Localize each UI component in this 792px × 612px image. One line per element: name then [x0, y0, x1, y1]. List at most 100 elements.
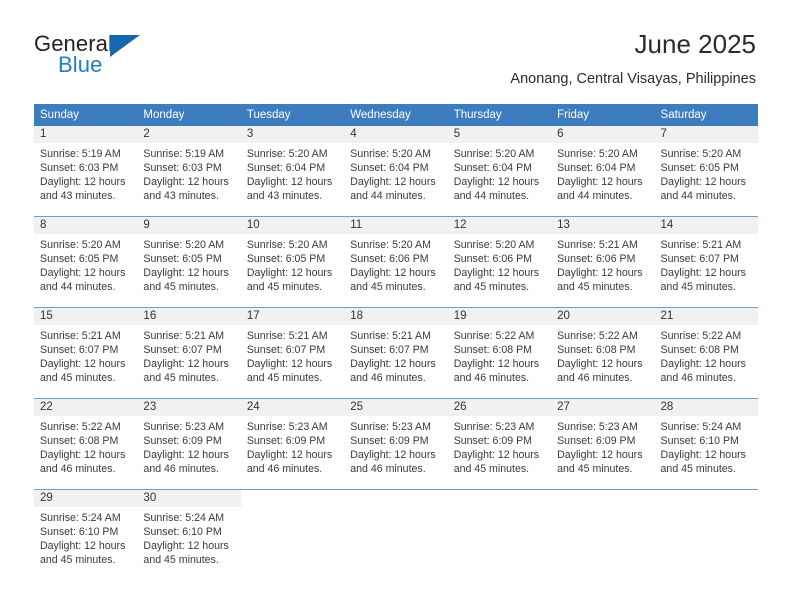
calendar-day-cell[interactable]: 24 Sunrise: 5:23 AM Sunset: 6:09 PM Dayligh… — [240, 398, 345, 490]
sunrise-time: Sunrise: 5:22 AM — [557, 330, 638, 342]
daylight-duration: Daylight: 12 hours and 44 minutes. — [40, 267, 126, 293]
day-number: 23 — [137, 399, 241, 416]
day-cell-inner: 16 Sunrise: 5:21 AM Sunset: 6:07 PM Dayligh… — [137, 308, 241, 398]
daylight-duration: Daylight: 12 hours and 46 minutes. — [143, 449, 229, 475]
weekday-header-wednesday: Wednesday — [344, 104, 448, 126]
sunrise-time: Sunrise: 5:23 AM — [350, 421, 431, 433]
calendar-day-cell[interactable]: 29 Sunrise: 5:24 AM Sunset: 6:10 PM Dayligh… — [34, 489, 138, 580]
logo-word-blue: Blue — [58, 52, 103, 77]
day-details: Sunrise: 5:20 AM Sunset: 6:04 PM Daylight:… — [241, 143, 344, 203]
calendar-day-cell[interactable]: 10 Sunrise: 5:20 AM Sunset: 6:05 PM Dayligh… — [240, 216, 345, 308]
day-details: Sunrise: 5:22 AM Sunset: 6:08 PM Daylight:… — [448, 325, 551, 385]
sunrise-time: Sunrise: 5:21 AM — [350, 330, 431, 342]
calendar-day-cell-empty — [654, 489, 758, 580]
day-number: 5 — [447, 126, 552, 143]
weekday-header-tuesday: Tuesday — [240, 104, 345, 126]
calendar-day-cell[interactable]: 9 Sunrise: 5:20 AM Sunset: 6:05 PM Daylight… — [137, 216, 241, 308]
sunrise-time: Sunrise: 5:20 AM — [350, 148, 431, 160]
sunrise-time: Sunrise: 5:22 AM — [40, 421, 121, 433]
sunset-time: Sunset: 6:07 PM — [40, 344, 119, 356]
calendar-day-cell[interactable]: 7 Sunrise: 5:20 AM Sunset: 6:05 PM Daylight… — [654, 126, 758, 217]
day-cell-inner: 18 Sunrise: 5:21 AM Sunset: 6:07 PM Dayligh… — [344, 308, 448, 398]
sunset-time: Sunset: 6:03 PM — [40, 162, 119, 174]
day-cell-inner: 9 Sunrise: 5:20 AM Sunset: 6:05 PM Daylight… — [137, 217, 241, 307]
day-details: Sunrise: 5:21 AM Sunset: 6:07 PM Daylight:… — [344, 325, 447, 385]
day-number: 26 — [447, 399, 552, 416]
day-cell-inner: 1 Sunrise: 5:19 AM Sunset: 6:03 PM Daylight… — [34, 126, 138, 216]
sunrise-sunset-calendar: Sunday Monday Tuesday Wednesday Thursday Frid… — [34, 104, 758, 580]
day-number: 7 — [654, 126, 758, 143]
daylight-duration: Daylight: 12 hours and 45 minutes. — [557, 267, 643, 293]
calendar-day-cell[interactable]: 30 Sunrise: 5:24 AM Sunset: 6:10 PM Dayligh… — [137, 489, 241, 580]
sunset-time: Sunset: 6:09 PM — [453, 435, 533, 447]
day-details: Sunrise: 5:21 AM Sunset: 6:07 PM Daylight:… — [34, 325, 137, 385]
day-details: Sunrise: 5:23 AM Sunset: 6:09 PM Daylight:… — [137, 416, 240, 476]
sunset-time: Sunset: 6:08 PM — [40, 435, 119, 447]
calendar-day-cell-empty — [447, 489, 552, 580]
calendar-day-cell[interactable]: 12 Sunrise: 5:20 AM Sunset: 6:06 PM Dayligh… — [447, 216, 552, 308]
day-number: 24 — [240, 399, 345, 416]
calendar-day-cell[interactable]: 27 Sunrise: 5:23 AM Sunset: 6:09 PM Dayligh… — [551, 398, 655, 490]
calendar-day-cell[interactable]: 1 Sunrise: 5:19 AM Sunset: 6:03 PM Daylight… — [34, 126, 138, 217]
calendar-day-cell[interactable]: 4 Sunrise: 5:20 AM Sunset: 6:04 PM Daylight… — [344, 126, 448, 217]
calendar-week-row: 29 Sunrise: 5:24 AM Sunset: 6:10 PM Dayligh… — [34, 489, 758, 580]
daylight-duration: Daylight: 12 hours and 45 minutes. — [660, 449, 746, 475]
day-cell-inner: 6 Sunrise: 5:20 AM Sunset: 6:04 PM Daylight… — [551, 126, 655, 216]
day-cell-inner: 8 Sunrise: 5:20 AM Sunset: 6:05 PM Daylight… — [34, 217, 138, 307]
daylight-duration: Daylight: 12 hours and 46 minutes. — [246, 449, 333, 475]
sunrise-time: Sunrise: 5:20 AM — [350, 239, 431, 251]
day-cell-inner: 5 Sunrise: 5:20 AM Sunset: 6:04 PM Daylight… — [447, 126, 552, 216]
day-details: Sunrise: 5:24 AM Sunset: 6:10 PM Daylight:… — [655, 416, 758, 476]
calendar-day-cell[interactable]: 2 Sunrise: 5:19 AM Sunset: 6:03 PM Daylight… — [137, 126, 241, 217]
calendar-day-cell[interactable]: 26 Sunrise: 5:23 AM Sunset: 6:09 PM Dayligh… — [447, 398, 552, 490]
calendar-day-cell[interactable]: 13 Sunrise: 5:21 AM Sunset: 6:06 PM Dayligh… — [551, 216, 655, 308]
sunset-time: Sunset: 6:09 PM — [246, 435, 326, 447]
day-details: Sunrise: 5:21 AM Sunset: 6:07 PM Daylight:… — [241, 325, 344, 385]
title-block: June 2025 Anonang, Central Visayas, Phil… — [510, 28, 756, 88]
calendar-day-cell[interactable]: 18 Sunrise: 5:21 AM Sunset: 6:07 PM Dayligh… — [344, 307, 448, 399]
day-number: 13 — [551, 217, 655, 234]
calendar-day-cell[interactable]: 5 Sunrise: 5:20 AM Sunset: 6:04 PM Daylight… — [447, 126, 552, 217]
calendar-page: General Blue June 2025 Anonang, Central … — [0, 0, 792, 612]
empty-cell — [448, 490, 551, 580]
day-details: Sunrise: 5:23 AM Sunset: 6:09 PM Daylight:… — [448, 416, 551, 476]
calendar-day-cell[interactable]: 6 Sunrise: 5:20 AM Sunset: 6:04 PM Daylight… — [551, 126, 655, 217]
calendar-day-cell[interactable]: 21 Sunrise: 5:22 AM Sunset: 6:08 PM Dayligh… — [654, 307, 758, 399]
sunset-time: Sunset: 6:10 PM — [40, 526, 119, 538]
sunset-time: Sunset: 6:06 PM — [350, 253, 429, 265]
daylight-duration: Daylight: 12 hours and 45 minutes. — [350, 267, 436, 293]
daylight-duration: Daylight: 12 hours and 45 minutes. — [557, 449, 643, 475]
sunset-time: Sunset: 6:03 PM — [143, 162, 222, 174]
calendar-day-cell[interactable]: 25 Sunrise: 5:23 AM Sunset: 6:09 PM Dayligh… — [344, 398, 448, 490]
calendar-header-row: Sunday Monday Tuesday Wednesday Thursday Frid… — [34, 104, 758, 126]
calendar-day-cell[interactable]: 20 Sunrise: 5:22 AM Sunset: 6:08 PM Dayligh… — [551, 307, 655, 399]
empty-cell — [551, 490, 654, 580]
calendar-day-cell[interactable]: 3 Sunrise: 5:20 AM Sunset: 6:04 PM Daylight… — [240, 126, 345, 217]
calendar-week-row: 1 Sunrise: 5:19 AM Sunset: 6:03 PM Daylight… — [34, 126, 758, 217]
day-details: Sunrise: 5:20 AM Sunset: 6:04 PM Daylight:… — [344, 143, 447, 203]
day-number: 11 — [344, 217, 448, 234]
day-number: 10 — [240, 217, 345, 234]
day-number: 20 — [551, 308, 655, 325]
calendar-day-cell[interactable]: 14 Sunrise: 5:21 AM Sunset: 6:07 PM Dayligh… — [654, 216, 758, 308]
calendar-day-cell[interactable]: 23 Sunrise: 5:23 AM Sunset: 6:09 PM Dayligh… — [137, 398, 241, 490]
day-cell-inner: 13 Sunrise: 5:21 AM Sunset: 6:06 PM Dayligh… — [551, 217, 655, 307]
calendar-day-cell[interactable]: 17 Sunrise: 5:21 AM Sunset: 6:07 PM Dayligh… — [240, 307, 345, 399]
calendar-day-cell[interactable]: 16 Sunrise: 5:21 AM Sunset: 6:07 PM Dayligh… — [137, 307, 241, 399]
calendar-day-cell[interactable]: 28 Sunrise: 5:24 AM Sunset: 6:10 PM Dayligh… — [654, 398, 758, 490]
calendar-day-cell[interactable]: 11 Sunrise: 5:20 AM Sunset: 6:06 PM Dayligh… — [344, 216, 448, 308]
day-number: 14 — [654, 217, 758, 234]
daylight-duration: Daylight: 12 hours and 46 minutes. — [350, 358, 436, 384]
sunrise-time: Sunrise: 5:20 AM — [246, 239, 328, 251]
daylight-duration: Daylight: 12 hours and 46 minutes. — [557, 358, 643, 384]
daylight-duration: Daylight: 12 hours and 46 minutes. — [350, 449, 436, 475]
weekday-header-sunday: Sunday — [34, 104, 138, 126]
sunrise-time: Sunrise: 5:20 AM — [660, 148, 742, 160]
calendar-day-cell[interactable]: 22 Sunrise: 5:22 AM Sunset: 6:08 PM Dayligh… — [34, 398, 138, 490]
weekday-header: Sunday Monday Tuesday Wednesday Thursday Frid… — [34, 104, 758, 126]
calendar-day-cell[interactable]: 15 Sunrise: 5:21 AM Sunset: 6:07 PM Dayligh… — [34, 307, 138, 399]
calendar-day-cell[interactable]: 19 Sunrise: 5:22 AM Sunset: 6:08 PM Dayligh… — [447, 307, 552, 399]
general-blue-logo[interactable]: General Blue — [34, 32, 164, 78]
calendar-day-cell[interactable]: 8 Sunrise: 5:20 AM Sunset: 6:05 PM Daylight… — [34, 216, 138, 308]
sunset-time: Sunset: 6:09 PM — [350, 435, 429, 447]
